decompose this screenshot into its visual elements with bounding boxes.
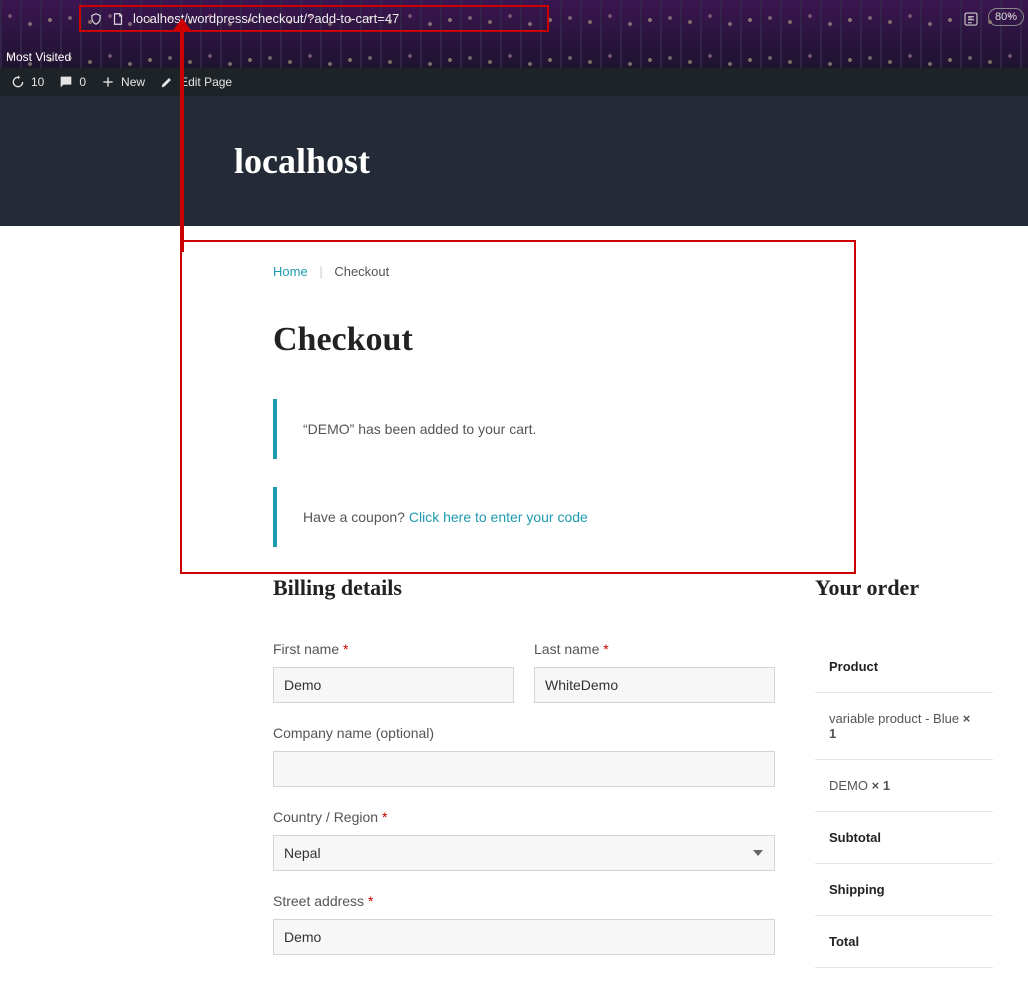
notice-added-to-cart: “DEMO” has been added to your cart. bbox=[273, 399, 993, 459]
site-title[interactable]: localhost bbox=[234, 140, 794, 182]
order-table: Product variable product - Blue × 1 DEMO… bbox=[815, 641, 993, 968]
zoom-badge[interactable]: 80% bbox=[988, 8, 1024, 26]
subtotal-label: Subtotal bbox=[815, 812, 993, 864]
reader-mode-icon[interactable] bbox=[962, 10, 980, 28]
shipping-label: Shipping bbox=[815, 864, 993, 916]
table-row: Total bbox=[815, 916, 993, 968]
breadcrumb-current: Checkout bbox=[334, 264, 389, 279]
wp-new-label: New bbox=[121, 75, 145, 89]
total-label: Total bbox=[815, 916, 993, 968]
first-name-field[interactable] bbox=[273, 667, 514, 703]
wp-updates-count: 10 bbox=[31, 75, 44, 89]
wp-edit-label: Edit Page bbox=[180, 75, 232, 89]
last-name-field[interactable] bbox=[534, 667, 775, 703]
url-text[interactable]: localhost/wordpress/checkout/?add-to-car… bbox=[133, 11, 539, 26]
url-bar[interactable]: localhost/wordpress/checkout/?add-to-car… bbox=[79, 5, 549, 32]
first-name-label: First name * bbox=[273, 641, 514, 657]
table-row: variable product - Blue × 1 bbox=[815, 693, 993, 760]
order-heading: Your order bbox=[815, 575, 993, 601]
order-product-header: Product bbox=[815, 641, 993, 693]
notice-coupon: Have a coupon? Click here to enter your … bbox=[273, 487, 993, 547]
order-summary: Your order Product variable product - Bl… bbox=[815, 575, 993, 977]
table-row: Shipping bbox=[815, 864, 993, 916]
billing-heading: Billing details bbox=[273, 575, 775, 601]
page-title: Checkout bbox=[273, 321, 993, 359]
table-row: Subtotal bbox=[815, 812, 993, 864]
page-icon bbox=[111, 12, 125, 26]
wp-new[interactable]: New bbox=[100, 74, 145, 90]
billing-details: Billing details First name * Last name *… bbox=[273, 575, 775, 977]
wp-comments[interactable]: 0 bbox=[58, 74, 86, 90]
page-content: Home | Checkout Checkout “DEMO” has been… bbox=[0, 226, 1028, 1007]
coupon-link[interactable]: Click here to enter your code bbox=[409, 509, 588, 525]
coupon-question: Have a coupon? bbox=[303, 509, 409, 525]
last-name-label: Last name * bbox=[534, 641, 775, 657]
bookmarks-most-visited[interactable]: Most Visited bbox=[6, 50, 71, 64]
site-header: localhost bbox=[0, 96, 1028, 226]
annotation-arrow bbox=[180, 30, 184, 252]
country-select[interactable]: Nepal bbox=[273, 835, 775, 871]
country-label: Country / Region * bbox=[273, 809, 775, 825]
company-field[interactable] bbox=[273, 751, 775, 787]
breadcrumb-sep: | bbox=[319, 264, 322, 279]
company-label: Company name (optional) bbox=[273, 725, 775, 741]
notice-added-text: “DEMO” has been added to your cart. bbox=[303, 421, 536, 437]
shield-icon[interactable] bbox=[89, 12, 103, 26]
wp-edit-page[interactable]: Edit Page bbox=[159, 74, 232, 90]
wp-comments-count: 0 bbox=[79, 75, 86, 89]
breadcrumb: Home | Checkout bbox=[273, 240, 993, 279]
wp-admin-bar: 10 0 New Edit Page bbox=[0, 68, 1028, 96]
browser-chrome: localhost/wordpress/checkout/?add-to-car… bbox=[0, 0, 1028, 68]
street-field[interactable] bbox=[273, 919, 775, 955]
wp-updates[interactable]: 10 bbox=[10, 74, 44, 90]
breadcrumb-home[interactable]: Home bbox=[273, 264, 308, 279]
street-label: Street address * bbox=[273, 893, 775, 909]
table-row: DEMO × 1 bbox=[815, 760, 993, 812]
